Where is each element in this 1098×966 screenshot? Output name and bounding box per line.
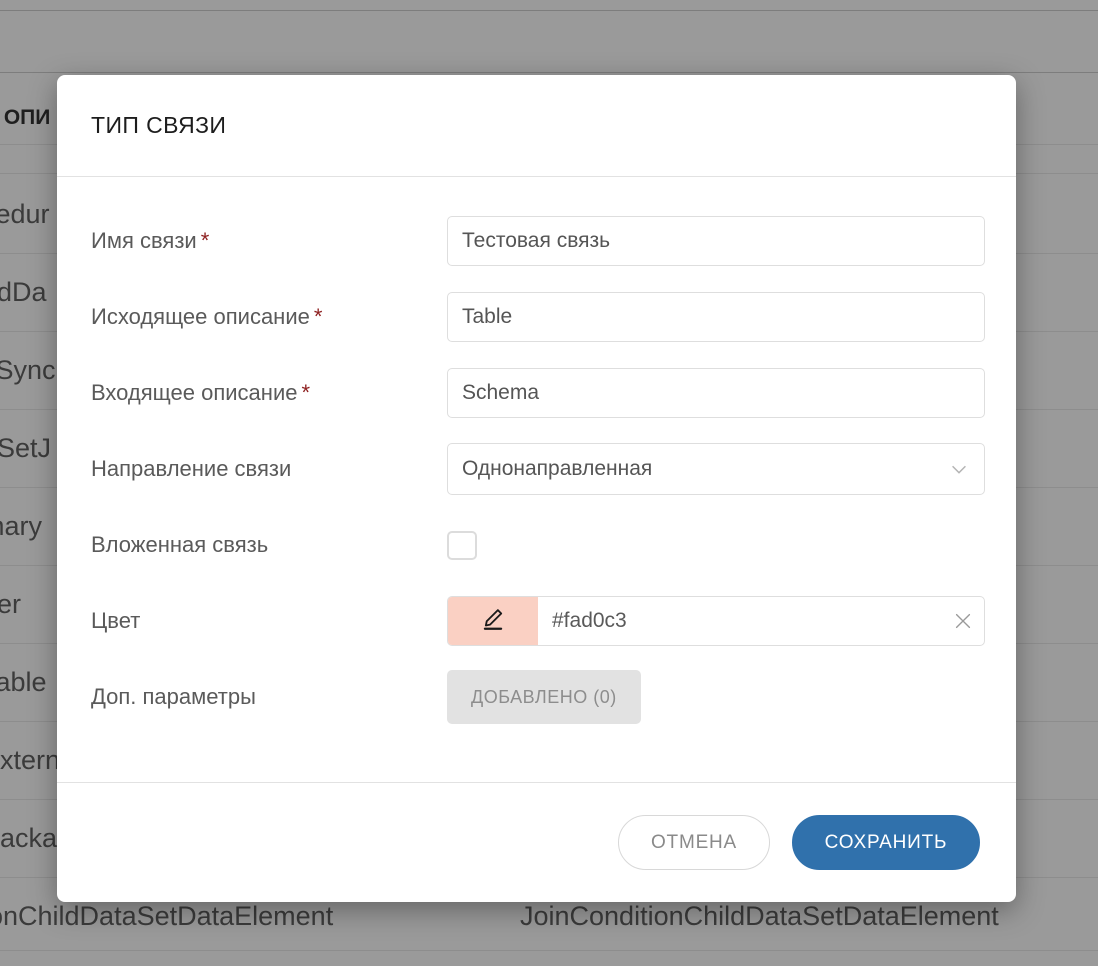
outgoing-description-input[interactable] xyxy=(447,292,985,342)
background-cell: cedur xyxy=(0,175,50,253)
backdrop-divider xyxy=(0,10,1098,11)
label-direction: Направление связи xyxy=(91,456,447,482)
required-asterisk: * xyxy=(301,380,310,405)
label-outgoing: Исходящее описание* xyxy=(91,304,447,330)
form-row-incoming: Входящее описание* xyxy=(91,355,982,431)
backdrop-divider xyxy=(0,950,1098,951)
background-column-header-label: Е ОПИ xyxy=(0,92,50,144)
control-incoming xyxy=(447,368,985,418)
control-outgoing xyxy=(447,292,985,342)
label-color: Цвет xyxy=(91,608,447,634)
relation-direction-select[interactable]: Однонаправленная xyxy=(447,443,985,495)
color-hex-input[interactable] xyxy=(538,597,942,645)
relation-name-input[interactable] xyxy=(447,216,985,266)
relation-direction-value: Однонаправленная xyxy=(462,457,948,481)
control-extra-params: ДОБАВЛЕНО (0) xyxy=(447,670,982,724)
form-row-outgoing: Исходящее описание* xyxy=(91,279,982,355)
relation-type-dialog: ТИП СВЯЗИ Имя связи* Исходящее описание*… xyxy=(57,75,1016,902)
label-nested-text: Вложенная связь xyxy=(91,532,268,557)
dialog-title: ТИП СВЯЗИ xyxy=(91,112,226,139)
color-field xyxy=(447,596,985,646)
background-cell: Extern xyxy=(0,721,60,799)
form-row-direction: Направление связи Однонаправленная xyxy=(91,431,982,507)
color-swatch-picker-button[interactable] xyxy=(448,597,538,645)
required-asterisk: * xyxy=(201,228,210,253)
dialog-footer: ОТМЕНА СОХРАНИТЬ xyxy=(57,782,1016,902)
form-row-nested: Вложенная связь xyxy=(91,507,982,583)
label-extra-params: Доп. параметры xyxy=(91,684,447,710)
control-name xyxy=(447,216,985,266)
label-direction-text: Направление связи xyxy=(91,456,291,481)
label-nested: Вложенная связь xyxy=(91,532,447,558)
extra-params-added-button[interactable]: ДОБАВЛЕНО (0) xyxy=(447,670,641,724)
dialog-body: Имя связи* Исходящее описание* Входящее … xyxy=(57,177,1016,735)
required-asterisk: * xyxy=(314,304,323,329)
cancel-button[interactable]: ОТМЕНА xyxy=(618,815,770,870)
label-name: Имя связи* xyxy=(91,228,447,254)
close-icon[interactable] xyxy=(942,610,984,632)
background-cell: cSync xyxy=(0,331,56,409)
background-cell: Table xyxy=(0,643,47,721)
background-cell: Packa xyxy=(0,799,57,877)
label-extra-params-text: Доп. параметры xyxy=(91,684,256,709)
dialog-header: ТИП СВЯЗИ xyxy=(57,75,1016,177)
background-cell: mary xyxy=(0,487,42,565)
pencil-underline-icon xyxy=(480,606,506,637)
control-direction: Однонаправленная xyxy=(447,443,985,495)
background-cell: aSetJ xyxy=(0,409,51,487)
background-cell: edDa xyxy=(0,253,47,331)
background-cell: per xyxy=(0,565,21,643)
incoming-description-input[interactable] xyxy=(447,368,985,418)
label-color-text: Цвет xyxy=(91,608,140,633)
nested-relation-checkbox[interactable] xyxy=(447,531,477,560)
control-color xyxy=(447,596,985,646)
form-row-name: Имя связи* xyxy=(91,203,982,279)
form-row-color: Цвет xyxy=(91,583,982,659)
backdrop-divider xyxy=(0,72,1098,73)
label-name-text: Имя связи xyxy=(91,228,197,253)
save-button[interactable]: СОХРАНИТЬ xyxy=(792,815,980,870)
label-incoming-text: Входящее описание xyxy=(91,380,297,405)
chevron-down-icon xyxy=(948,458,970,480)
control-nested xyxy=(447,531,982,560)
label-incoming: Входящее описание* xyxy=(91,380,447,406)
form-row-extra-params: Доп. параметры ДОБАВЛЕНО (0) xyxy=(91,659,982,735)
label-outgoing-text: Исходящее описание xyxy=(91,304,310,329)
